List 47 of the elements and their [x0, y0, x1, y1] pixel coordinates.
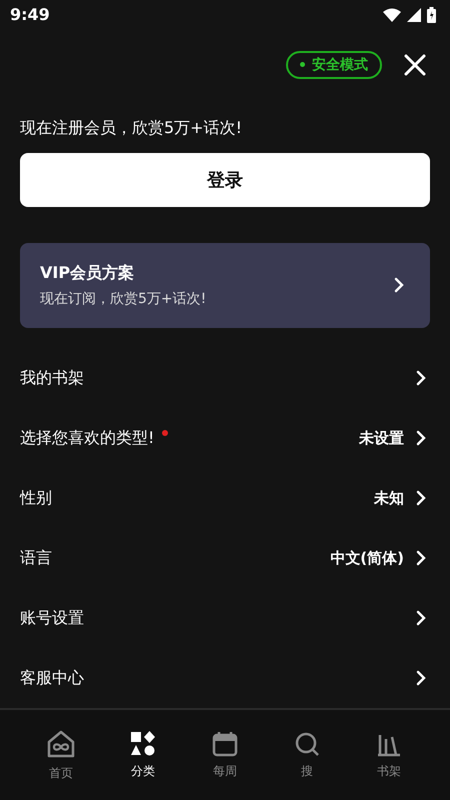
menu-item[interactable]: 账号设置: [0, 588, 450, 648]
close-icon[interactable]: [404, 54, 426, 76]
menu-value: 未设置: [359, 428, 404, 448]
menu-item[interactable]: 语言 中文(简体): [0, 528, 450, 588]
shapes-icon: [130, 730, 156, 757]
nav-tab[interactable]: 搜: [277, 730, 337, 780]
vip-title: VIP会员方案: [40, 262, 136, 284]
menu-label: 客服中心: [20, 668, 84, 689]
nav-label: 搜: [301, 762, 313, 780]
menu-label: 我的书架: [20, 368, 84, 389]
menu-label: 选择您喜欢的类型!: [20, 428, 154, 449]
chevron-icon: [394, 277, 404, 294]
nav-tab[interactable]: 每周: [195, 730, 255, 780]
chevron-icon: [416, 670, 426, 686]
status-time: 9:49: [10, 5, 50, 24]
search-icon: [294, 730, 320, 757]
menu-item[interactable]: 我的书架: [0, 348, 450, 408]
home-icon: [46, 728, 76, 759]
battery-icon: [427, 6, 436, 23]
nav-label: 书架: [377, 762, 401, 780]
nav-tab[interactable]: 首页: [31, 728, 91, 782]
menu-item[interactable]: 性别 未知: [0, 468, 450, 528]
menu-value: 未知: [374, 488, 404, 508]
menu-item[interactable]: 客服中心: [0, 648, 450, 708]
signal-icon: [407, 8, 421, 22]
chevron-icon: [416, 490, 426, 506]
nav-tab[interactable]: 分类: [113, 730, 173, 780]
chevron-icon: [416, 370, 426, 386]
login-button[interactable]: 登录: [20, 152, 430, 207]
nav-label: 分类: [131, 762, 155, 780]
chevron-icon: [416, 610, 426, 626]
calendar-icon: [212, 730, 238, 757]
menu-label: 性别: [20, 488, 52, 509]
vip-subtitle: 现在订阅，欣赏5万+话次!: [40, 290, 206, 308]
wifi-icon: [383, 8, 401, 22]
promo-text: 现在注册会员，欣赏5万+话次!: [20, 118, 243, 139]
vip-card[interactable]: VIP会员方案 现在订阅，欣赏5万+话次!: [20, 242, 430, 328]
nav-label: 每周: [213, 762, 237, 780]
nav-tab[interactable]: 书架: [359, 730, 419, 780]
menu-label: 账号设置: [20, 608, 84, 629]
menu-item[interactable]: 选择您喜欢的类型! 未设置: [0, 408, 450, 468]
nav-label: 首页: [49, 764, 73, 782]
menu-label: 语言: [20, 548, 52, 569]
chevron-icon: [416, 430, 426, 446]
chevron-icon: [416, 550, 426, 566]
safe-mode-badge[interactable]: 安全模式: [286, 50, 382, 79]
menu-value: 中文(简体): [330, 548, 404, 568]
